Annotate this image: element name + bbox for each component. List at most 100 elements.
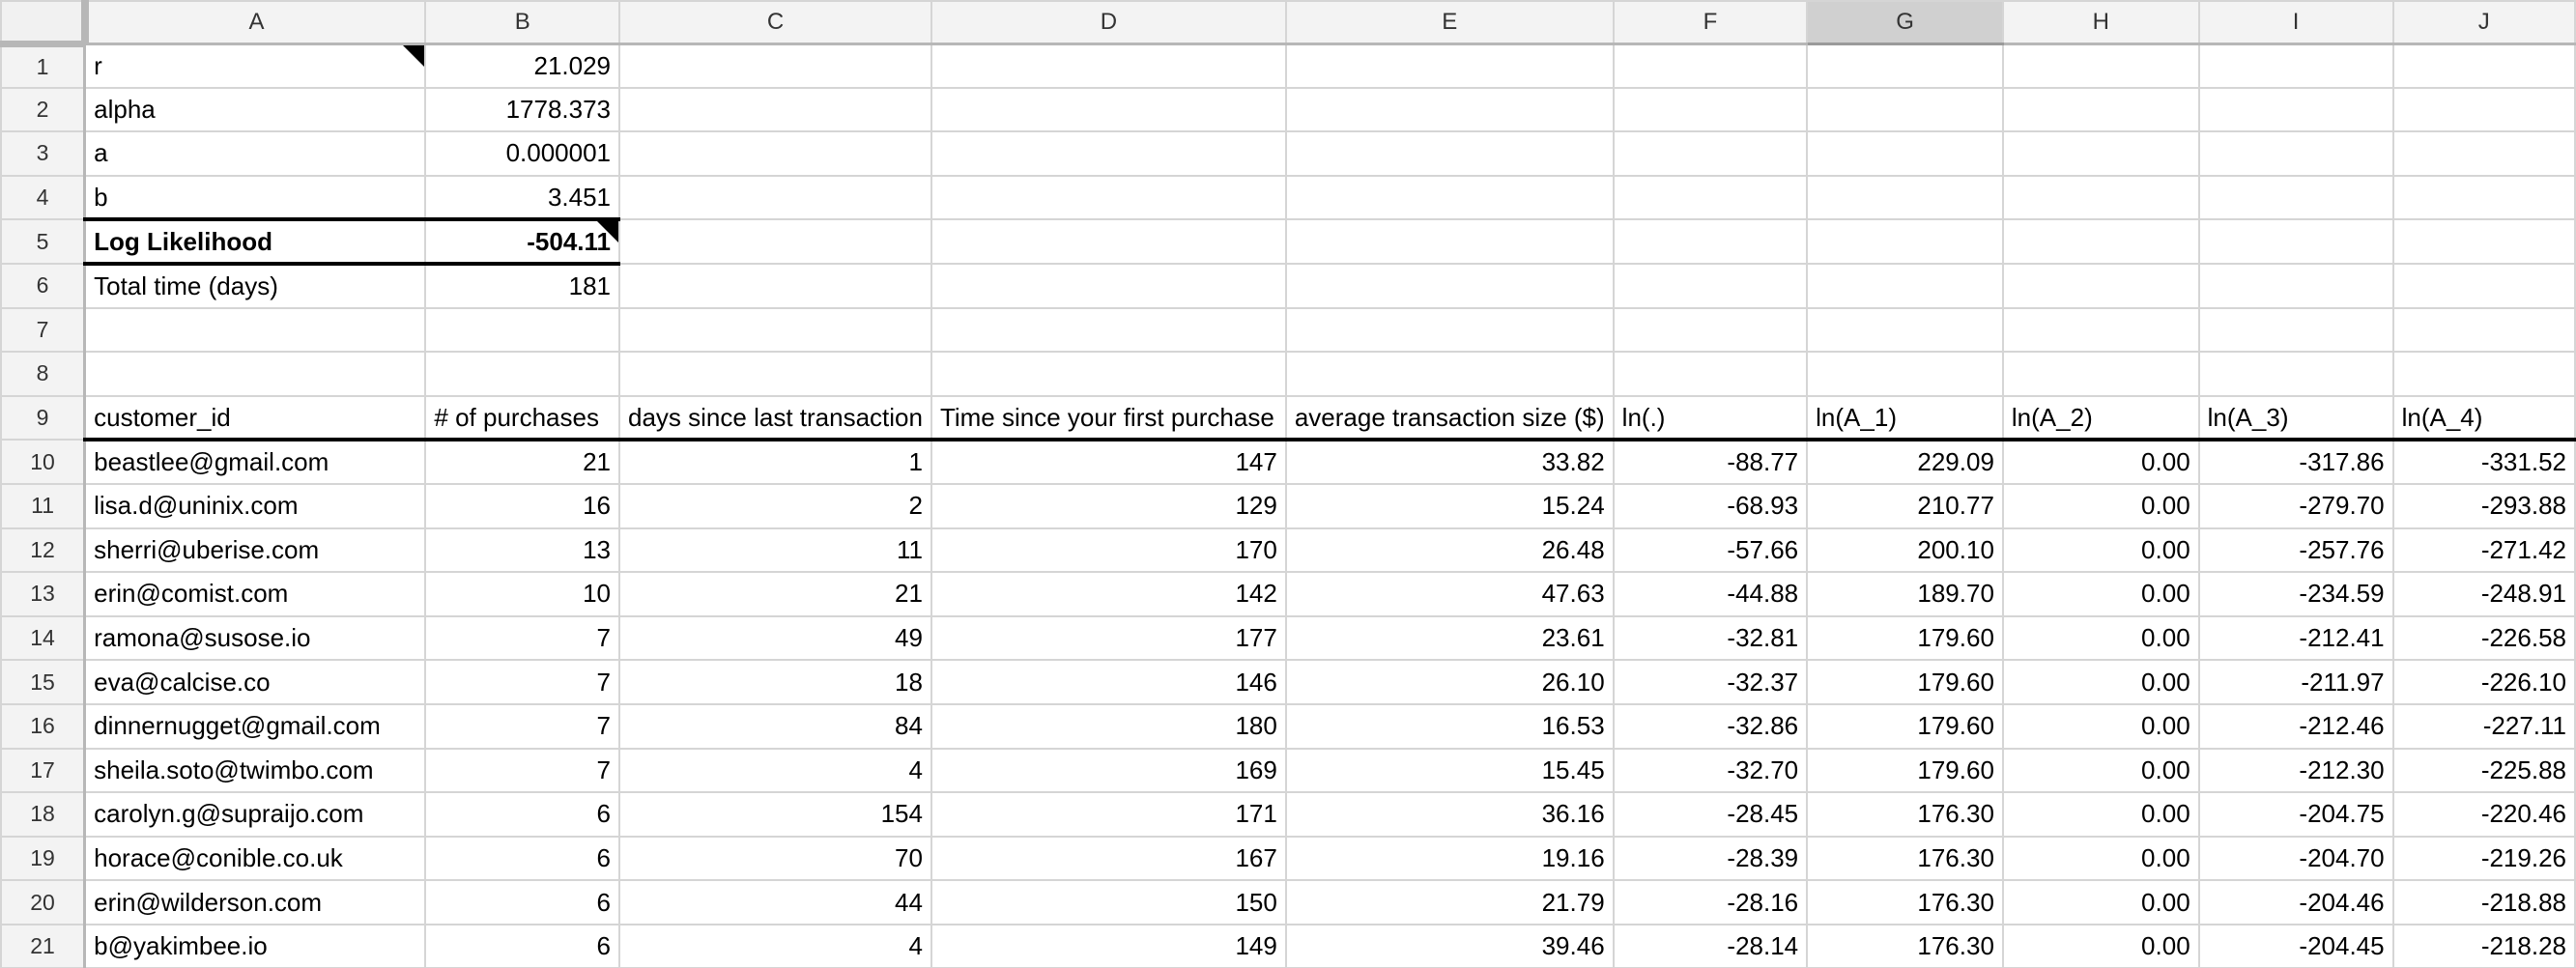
cell-E2[interactable] <box>1286 88 1614 132</box>
cell-J17[interactable]: -225.88 <box>2393 749 2575 793</box>
cell-B6[interactable]: 181 <box>425 264 619 308</box>
cell-B9[interactable]: # of purchases <box>425 396 619 441</box>
cell-D20[interactable]: 150 <box>931 880 1286 925</box>
cell-G16[interactable]: 179.60 <box>1807 704 2003 749</box>
cell-E4[interactable] <box>1286 176 1614 220</box>
cell-D8[interactable] <box>931 352 1286 396</box>
cell-J4[interactable] <box>2393 176 2575 220</box>
cell-F21[interactable]: -28.14 <box>1614 925 1807 968</box>
row-header-13[interactable]: 13 <box>1 572 85 616</box>
cell-J18[interactable]: -220.46 <box>2393 792 2575 837</box>
cell-D1[interactable] <box>931 43 1286 88</box>
cell-F17[interactable]: -32.70 <box>1614 749 1807 793</box>
cell-G9[interactable]: ln(A_1) <box>1807 396 2003 441</box>
cell-D15[interactable]: 146 <box>931 660 1286 704</box>
row-header-19[interactable]: 19 <box>1 837 85 881</box>
cell-H9[interactable]: ln(A_2) <box>2003 396 2199 441</box>
cell-A10[interactable]: beastlee@gmail.com <box>85 440 426 484</box>
column-header-C[interactable]: C <box>619 1 931 43</box>
cell-F2[interactable] <box>1614 88 1807 132</box>
cell-J14[interactable]: -226.58 <box>2393 616 2575 661</box>
cell-J16[interactable]: -227.11 <box>2393 704 2575 749</box>
cell-J9[interactable]: ln(A_4) <box>2393 396 2575 441</box>
cell-I6[interactable] <box>2199 264 2393 308</box>
cell-D14[interactable]: 177 <box>931 616 1286 661</box>
cell-H10[interactable]: 0.00 <box>2003 440 2199 484</box>
cell-I17[interactable]: -212.30 <box>2199 749 2393 793</box>
cell-G20[interactable]: 176.30 <box>1807 880 2003 925</box>
cell-J19[interactable]: -219.26 <box>2393 837 2575 881</box>
row-header-17[interactable]: 17 <box>1 749 85 793</box>
cell-A14[interactable]: ramona@susose.io <box>85 616 426 661</box>
cell-C5[interactable] <box>619 219 931 264</box>
cell-I18[interactable]: -204.75 <box>2199 792 2393 837</box>
cell-H5[interactable] <box>2003 219 2199 264</box>
cell-G4[interactable] <box>1807 176 2003 220</box>
cell-I13[interactable]: -234.59 <box>2199 572 2393 616</box>
cell-H1[interactable] <box>2003 43 2199 88</box>
cell-E9[interactable]: average transaction size ($) <box>1286 396 1614 441</box>
cell-A9[interactable]: customer_id <box>85 396 426 441</box>
cell-D3[interactable] <box>931 131 1286 176</box>
cell-C12[interactable]: 11 <box>619 528 931 573</box>
cell-E1[interactable] <box>1286 43 1614 88</box>
cell-J6[interactable] <box>2393 264 2575 308</box>
row-header-11[interactable]: 11 <box>1 484 85 528</box>
cell-I16[interactable]: -212.46 <box>2199 704 2393 749</box>
cell-H12[interactable]: 0.00 <box>2003 528 2199 573</box>
cell-G1[interactable] <box>1807 43 2003 88</box>
cell-G10[interactable]: 229.09 <box>1807 440 2003 484</box>
cell-D16[interactable]: 180 <box>931 704 1286 749</box>
cell-C2[interactable] <box>619 88 931 132</box>
row-header-10[interactable]: 10 <box>1 440 85 484</box>
cell-G21[interactable]: 176.30 <box>1807 925 2003 968</box>
cell-A12[interactable]: sherri@uberise.com <box>85 528 426 573</box>
cell-I19[interactable]: -204.70 <box>2199 837 2393 881</box>
column-header-F[interactable]: F <box>1614 1 1807 43</box>
cell-A20[interactable]: erin@wilderson.com <box>85 880 426 925</box>
cell-G8[interactable] <box>1807 352 2003 396</box>
cell-F20[interactable]: -28.16 <box>1614 880 1807 925</box>
cell-J12[interactable]: -271.42 <box>2393 528 2575 573</box>
row-header-2[interactable]: 2 <box>1 88 85 132</box>
cell-G12[interactable]: 200.10 <box>1807 528 2003 573</box>
cell-E12[interactable]: 26.48 <box>1286 528 1614 573</box>
cell-A5[interactable]: Log Likelihood <box>85 219 426 264</box>
cell-F3[interactable] <box>1614 131 1807 176</box>
cell-C10[interactable]: 1 <box>619 440 931 484</box>
cell-I15[interactable]: -211.97 <box>2199 660 2393 704</box>
cell-D21[interactable]: 149 <box>931 925 1286 968</box>
cell-H11[interactable]: 0.00 <box>2003 484 2199 528</box>
cell-D19[interactable]: 167 <box>931 837 1286 881</box>
cell-A18[interactable]: carolyn.g@supraijo.com <box>85 792 426 837</box>
column-header-H[interactable]: H <box>2003 1 2199 43</box>
cell-H13[interactable]: 0.00 <box>2003 572 2199 616</box>
row-header-5[interactable]: 5 <box>1 219 85 264</box>
cell-A3[interactable]: a <box>85 131 426 176</box>
cell-E13[interactable]: 47.63 <box>1286 572 1614 616</box>
cell-D12[interactable]: 170 <box>931 528 1286 573</box>
cell-J7[interactable] <box>2393 308 2575 353</box>
cell-B16[interactable]: 7 <box>425 704 619 749</box>
cell-I8[interactable] <box>2199 352 2393 396</box>
cell-A13[interactable]: erin@comist.com <box>85 572 426 616</box>
cell-H6[interactable] <box>2003 264 2199 308</box>
cell-B19[interactable]: 6 <box>425 837 619 881</box>
cell-B14[interactable]: 7 <box>425 616 619 661</box>
cell-J11[interactable]: -293.88 <box>2393 484 2575 528</box>
cell-I9[interactable]: ln(A_3) <box>2199 396 2393 441</box>
cell-J1[interactable] <box>2393 43 2575 88</box>
cell-I4[interactable] <box>2199 176 2393 220</box>
cell-E8[interactable] <box>1286 352 1614 396</box>
cell-G15[interactable]: 179.60 <box>1807 660 2003 704</box>
cell-F10[interactable]: -88.77 <box>1614 440 1807 484</box>
cell-G13[interactable]: 189.70 <box>1807 572 2003 616</box>
cell-F6[interactable] <box>1614 264 1807 308</box>
cell-F7[interactable] <box>1614 308 1807 353</box>
cell-H8[interactable] <box>2003 352 2199 396</box>
cell-J15[interactable]: -226.10 <box>2393 660 2575 704</box>
cell-C11[interactable]: 2 <box>619 484 931 528</box>
cell-F15[interactable]: -32.37 <box>1614 660 1807 704</box>
cell-A21[interactable]: b@yakimbee.io <box>85 925 426 968</box>
cell-F14[interactable]: -32.81 <box>1614 616 1807 661</box>
